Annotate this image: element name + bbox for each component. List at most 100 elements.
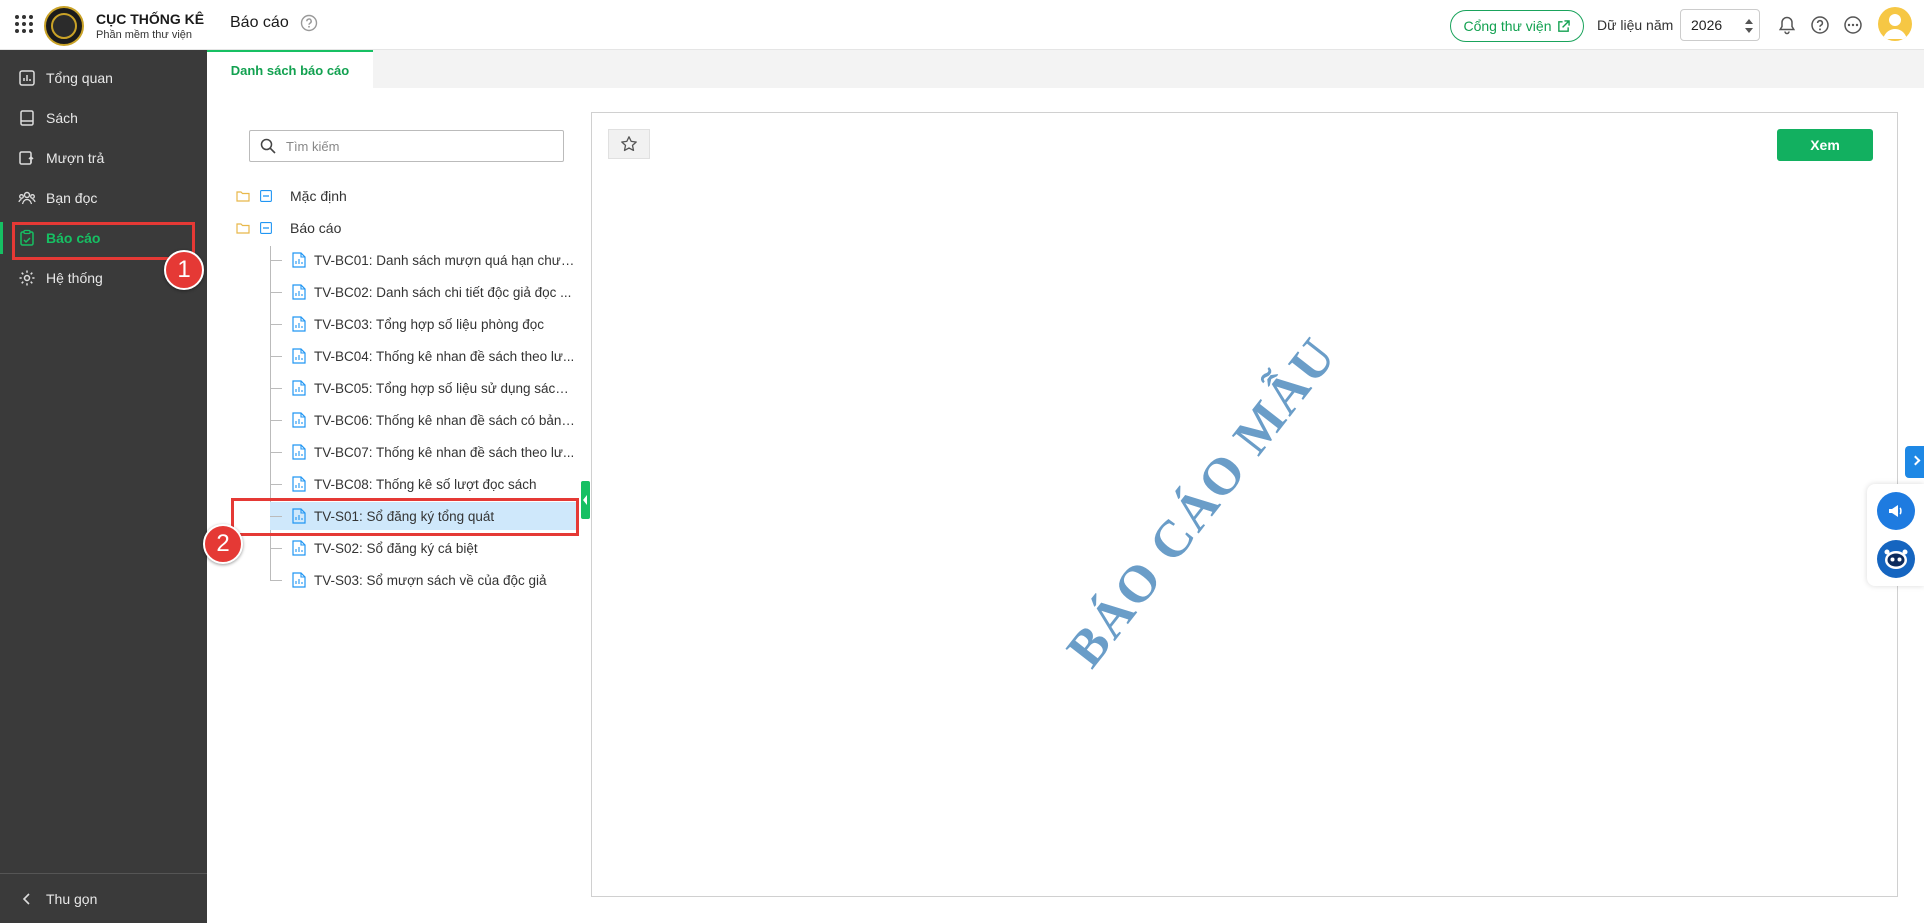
tree-connector [270,323,282,325]
tree-connector [270,355,282,357]
tree-connector [270,259,282,261]
tree-folder-label: Mặc định [290,188,347,204]
folder-icon [236,223,250,234]
robot-icon [1884,549,1908,569]
tree-report-label: TV-S03: Sổ mượn sách về của độc giả [314,572,547,588]
view-button[interactable]: Xem [1777,129,1873,161]
tree-report-label: TV-BC07: Thống kê nhan đề sách theo lư..… [314,444,575,460]
tree-connector [270,291,282,293]
brand-title: CỤC THỐNG KÊ [96,11,205,27]
report-file-icon [292,252,306,268]
bell-icon[interactable] [1777,15,1797,35]
megaphone-icon [1889,505,1902,517]
tree-folder-reports[interactable]: Báo cáo [236,216,341,240]
sidebar: Tổng quan Sách Mượn trả Bạn đọc Báo cáo … [0,50,207,923]
folder-icon [236,191,250,202]
tree-connector [270,547,282,549]
favorite-button[interactable] [608,129,650,159]
report-file-icon [292,348,306,364]
book-icon [20,110,34,126]
sample-report-watermark: BÁO CÁO MẪU [1056,327,1348,678]
page-help-icon[interactable] [300,14,318,32]
sidebar-item-books[interactable]: Sách [0,98,207,138]
users-icon [18,191,36,205]
collapse-minus-icon[interactable] [260,190,272,202]
collapse-label: Thu gọn [46,890,98,907]
sidebar-item-label: Bạn đọc [46,190,98,206]
year-label: Dữ liệu năm [1597,17,1674,33]
sidebar-item-label: Mượn trả [46,150,105,166]
gear-icon [19,270,35,286]
sidebar-item-label: Hệ thống [46,270,103,286]
library-portal-button[interactable]: Cổng thư viện [1450,10,1584,42]
search-box[interactable] [249,130,564,162]
sidebar-item-label: Tổng quan [46,70,113,86]
tree-report-label: TV-BC05: Tổng hợp số liệu sử dụng sách .… [314,380,576,396]
tree-report-item[interactable]: TV-S02: Sổ đăng ký cá biệt [270,534,576,562]
report-file-icon [292,572,306,588]
tab-report-list[interactable]: Danh sách báo cáo [207,50,373,88]
spinner-arrows-icon[interactable] [1745,16,1753,36]
tree-report-label: TV-BC03: Tổng hợp số liệu phòng đọc [314,316,545,332]
floating-tools [1867,484,1924,586]
tree-report-item[interactable]: TV-BC04: Thống kê nhan đề sách theo lư..… [270,342,576,370]
chatbot-button[interactable] [1877,540,1915,578]
annotation-box-selected-report [231,498,579,536]
user-silhouette-icon [1883,14,1907,39]
tree-report-item[interactable]: TV-BC05: Tổng hợp số liệu sử dụng sách .… [270,374,576,402]
report-file-icon [292,540,306,556]
more-icon[interactable] [1843,15,1863,35]
user-avatar[interactable] [1878,7,1912,41]
report-file-icon [292,412,306,428]
annotation-box-reports-menu [12,222,195,260]
annotation-badge-1: 1 [164,250,204,290]
page-title: Báo cáo [230,14,289,31]
collapse-sidebar-button[interactable]: Thu gọn [0,873,207,923]
borrow-icon [19,151,34,165]
sidebar-item-readers[interactable]: Bạn đọc [0,178,207,218]
tree-connector [270,387,282,389]
tree-report-label: TV-BC01: Danh sách mượn quá hạn chưa ... [314,252,576,268]
panel-splitter-handle[interactable] [581,481,590,519]
side-panel-toggle[interactable] [1905,446,1924,478]
help-icon[interactable] [1810,15,1830,35]
apps-grid-icon[interactable] [14,14,34,34]
tree-report-label: TV-S02: Sổ đăng ký cá biệt [314,540,478,556]
tree-connector [270,451,282,453]
sidebar-item-borrow-return[interactable]: Mượn trả [0,138,207,178]
tree-report-item[interactable]: TV-BC06: Thống kê nhan đề sách có bản ..… [270,406,576,434]
tree-report-item[interactable]: TV-BC01: Danh sách mượn quá hạn chưa ... [270,246,576,274]
tree-report-item[interactable]: TV-BC08: Thống kê số lượt đọc sách [270,470,576,498]
star-icon [621,136,637,152]
chart-icon [19,70,35,86]
tree-report-item[interactable]: TV-BC03: Tổng hợp số liệu phòng đọc [270,310,576,338]
search-input[interactable] [286,138,546,154]
annotation-badge-2: 2 [203,524,243,564]
announcement-button[interactable] [1877,492,1915,530]
sidebar-item-overview[interactable]: Tổng quan [0,58,207,98]
tree-report-label: TV-BC02: Danh sách chi tiết độc giả đọc … [314,284,572,300]
tree-folder-label: Báo cáo [290,220,342,236]
report-file-icon [292,444,306,460]
sidebar-item-label: Sách [46,110,78,126]
report-file-icon [292,380,306,396]
external-link-icon [1558,19,1571,32]
tab-bar: Danh sách báo cáo [207,50,1924,88]
chevron-left-icon [22,892,30,905]
report-file-icon [292,316,306,332]
tree-report-item[interactable]: TV-S03: Sổ mượn sách về của độc giả [270,566,576,594]
report-preview-panel: Xem BÁO CÁO MẪU [591,112,1898,897]
tree-connector [270,579,282,581]
tree-folder-default[interactable]: Mặc định [236,184,347,208]
report-file-icon [292,476,306,492]
year-select[interactable]: 2026 [1680,9,1760,41]
tree-connector [270,419,282,421]
report-file-icon [292,284,306,300]
tree-connector [270,483,282,485]
tree-report-item[interactable]: TV-BC02: Danh sách chi tiết độc giả đọc … [270,278,576,306]
collapse-minus-icon[interactable] [260,222,272,234]
tree-report-item[interactable]: TV-BC07: Thống kê nhan đề sách theo lư..… [270,438,576,466]
tree-report-label: TV-BC06: Thống kê nhan đề sách có bản ..… [314,412,576,428]
year-value: 2026 [1691,17,1723,33]
tree-report-label: TV-BC04: Thống kê nhan đề sách theo lư..… [314,348,575,364]
